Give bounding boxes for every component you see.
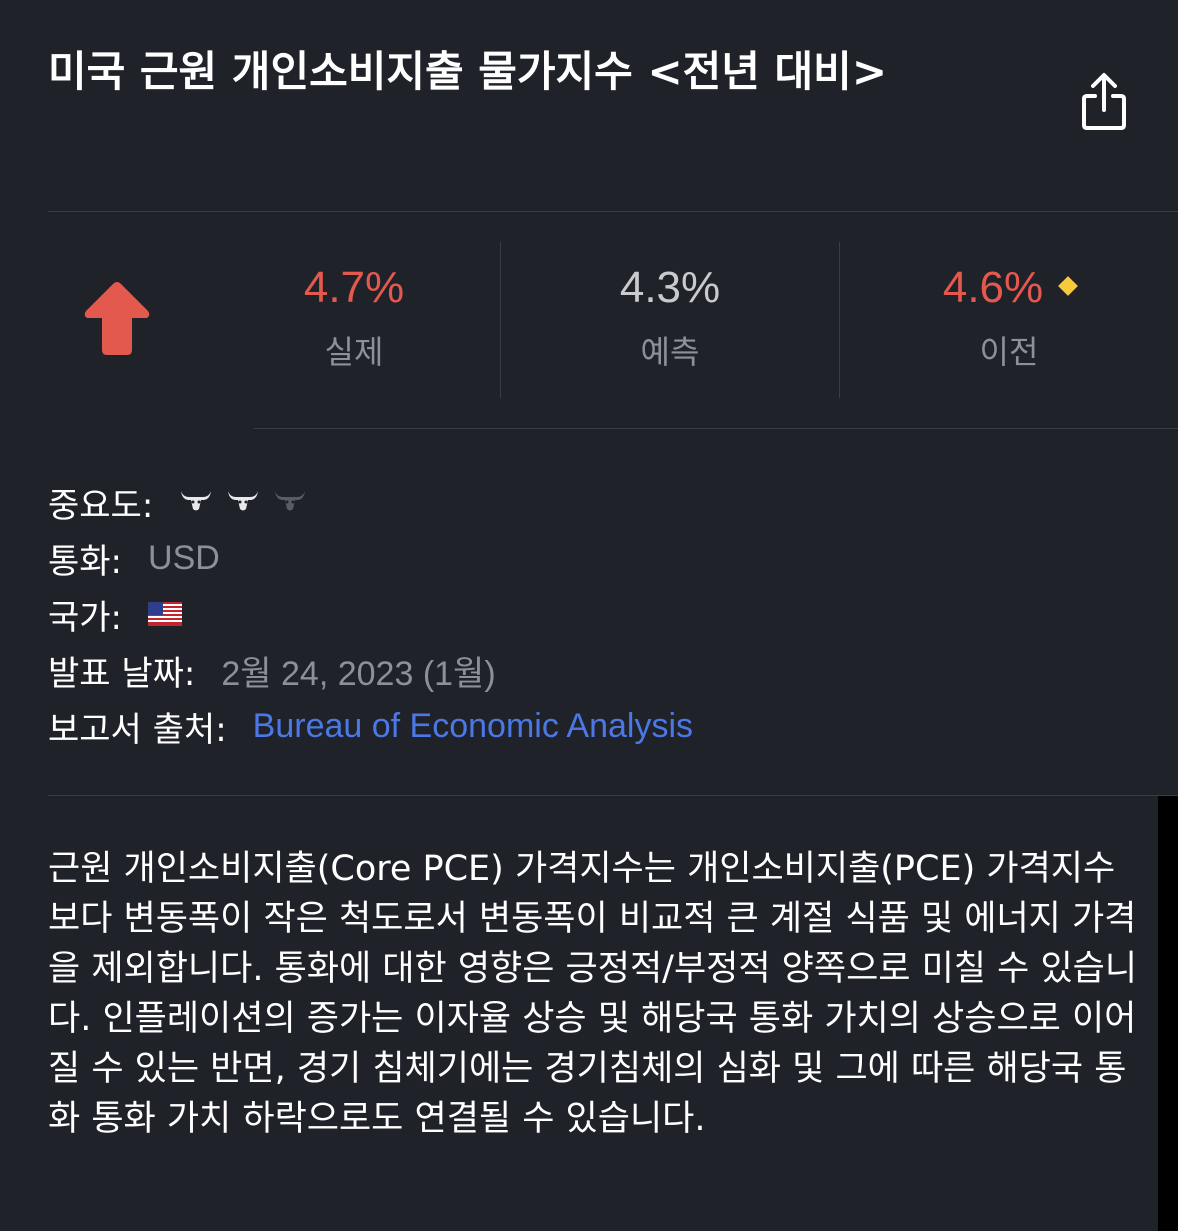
bull-icon (181, 491, 212, 511)
bull-icon (274, 491, 305, 511)
release-date-value: 2월 24, 2023 (1월) (221, 654, 496, 693)
source-link[interactable]: Bureau of Economic Analysis (253, 707, 693, 746)
stats-divider (254, 428, 1178, 429)
actual-stat: 4.7% 실제 (208, 242, 500, 398)
currency-value: USD (148, 538, 220, 577)
country-label: 국가: (48, 597, 123, 638)
importance-row: 중요도: (48, 474, 1128, 530)
share-icon (1082, 73, 1126, 130)
country-row: 국가: (48, 586, 1128, 642)
stats-panel: 4.7% 실제 4.3% 예측 4.6% 이전 (48, 212, 1178, 428)
page-title: 미국 근원 개인소비지출 물가지수 <전년 대비> (48, 47, 888, 96)
previous-stat: 4.6% 이전 (840, 242, 1178, 398)
currency-row: 통화: USD (48, 530, 1128, 586)
indicator-description: 근원 개인소비지출(Core PCE) 가격지수는 개인소비지출(PCE) 가격… (48, 849, 1138, 1139)
previous-label: 이전 (979, 333, 1039, 371)
currency-label: 통화: (48, 541, 123, 582)
previous-value: 4.6% (942, 263, 1044, 312)
actual-value: 4.7% (303, 263, 405, 312)
previous-value-row: 4.6% (840, 258, 1178, 318)
arrow-up-icon (84, 282, 150, 355)
source-row: 보고서 출처: Bureau of Economic Analysis (48, 698, 1128, 754)
actual-label: 실제 (324, 333, 384, 371)
importance-label: 중요도: (48, 485, 154, 526)
release-date-row: 발표 날짜: 2월 24, 2023 (1월) (48, 642, 1128, 698)
diamond-icon (1058, 276, 1079, 297)
forecast-label: 예측 (640, 333, 700, 371)
share-button[interactable] (1076, 70, 1132, 136)
details-list: 중요도: 통화: USD 국가: 발표 날짜: 2월 24, 2023 (1월)… (48, 474, 1128, 754)
details-divider (48, 795, 1178, 796)
importance-rating (179, 482, 309, 522)
bull-icon (228, 491, 259, 511)
source-label: 보고서 출처: (48, 709, 227, 750)
scroll-edge (1158, 796, 1178, 1231)
release-date-label: 발표 날짜: (48, 653, 196, 694)
us-flag-icon (148, 602, 183, 626)
forecast-stat: 4.3% 예측 (501, 242, 839, 398)
forecast-value: 4.3% (619, 263, 721, 312)
